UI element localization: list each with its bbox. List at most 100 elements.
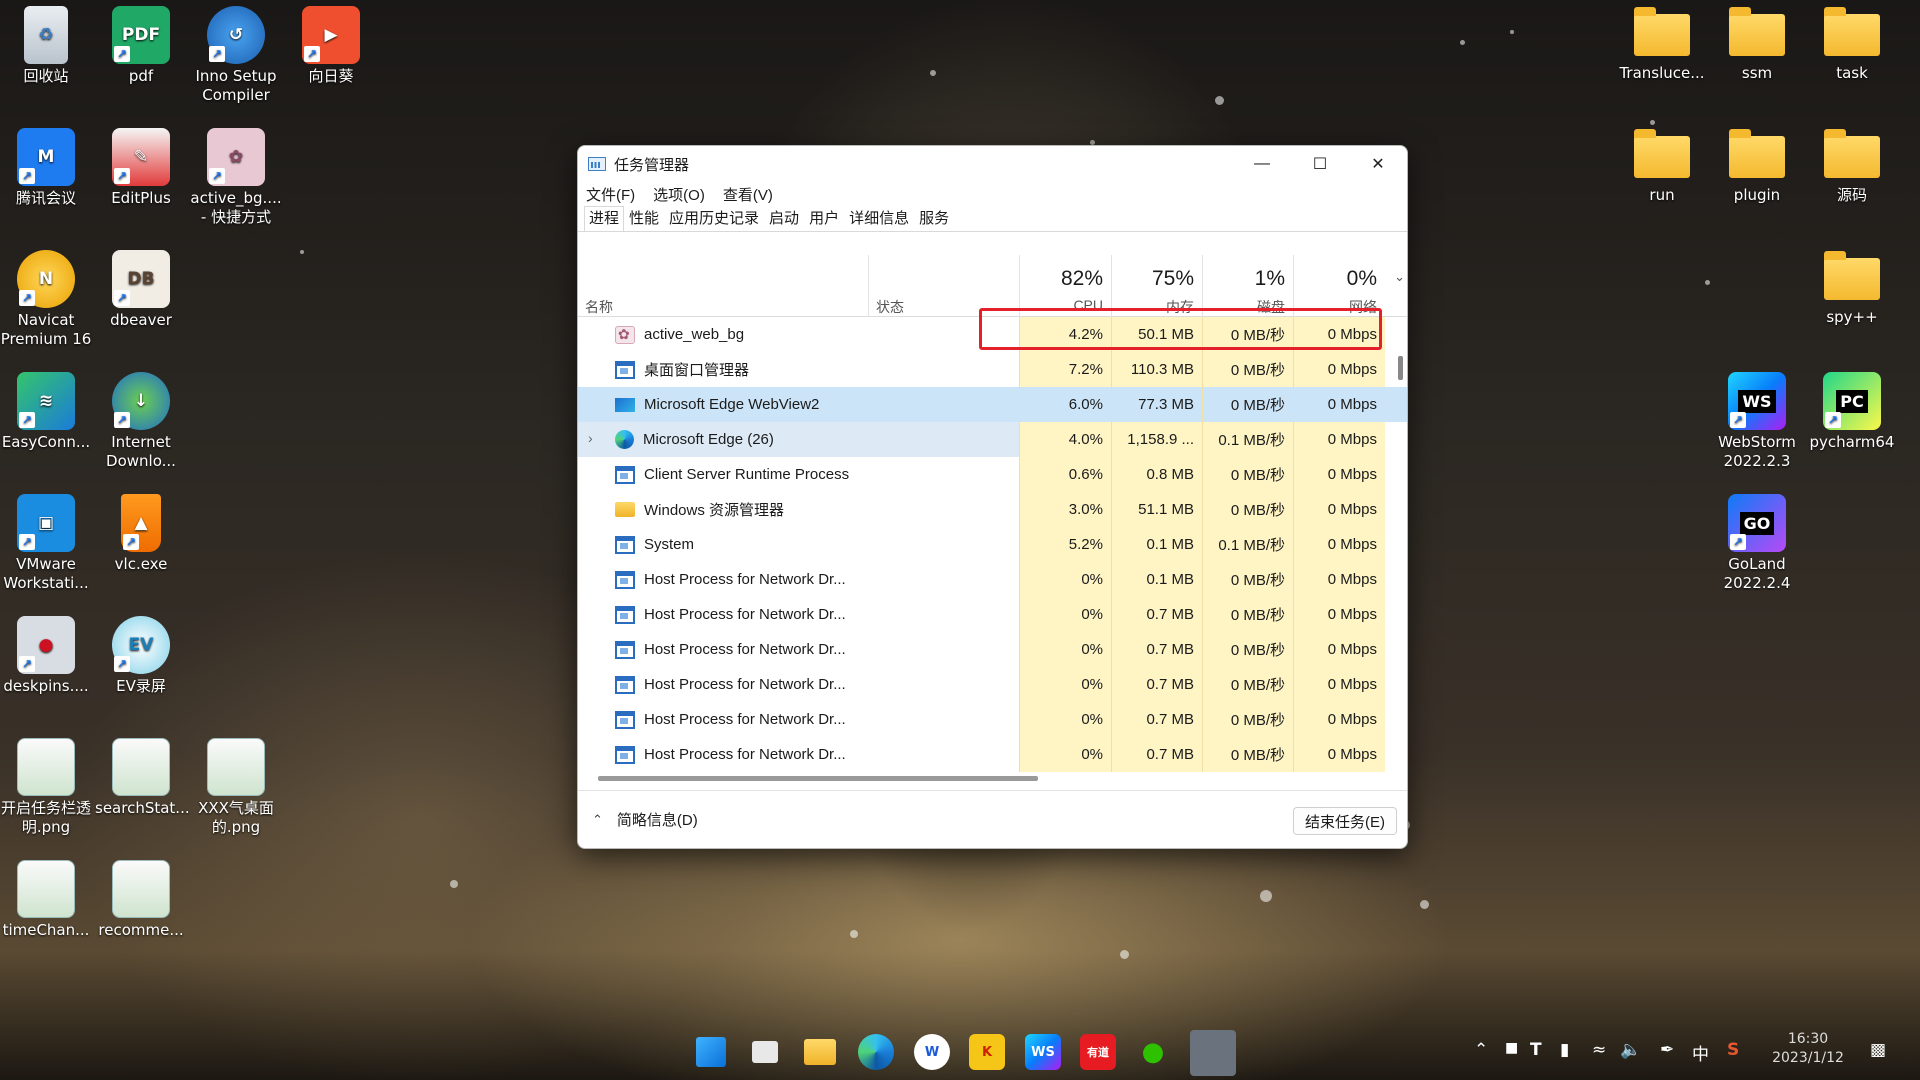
- file-explorer-icon[interactable]: [804, 1039, 836, 1065]
- fewer-details-toggle[interactable]: ⌃ 简略信息(D): [592, 809, 698, 830]
- tab-startup[interactable]: 启动: [764, 206, 804, 231]
- desktop-icon[interactable]: plugin: [1711, 128, 1803, 205]
- desktop-icon[interactable]: N ↗ Navicat Premium 16: [0, 250, 92, 349]
- close-button[interactable]: ✕: [1349, 146, 1407, 182]
- tab-processes[interactable]: 进程: [584, 206, 625, 231]
- desktop-icon[interactable]: recomme...: [95, 860, 187, 940]
- youdao-icon[interactable]: 有道: [1080, 1034, 1116, 1070]
- horizontal-scrollbar[interactable]: [598, 776, 1038, 781]
- desktop-icon[interactable]: WS ↗ WebStorm 2022.2.3: [1711, 372, 1803, 471]
- table-row[interactable]: System 5.2% 0.1 MB 0.1 MB/秒 0 Mbps: [578, 527, 1407, 562]
- desktop-icon[interactable]: ▣ ↗ VMware Workstati...: [0, 494, 92, 593]
- pen-icon[interactable]: ✒: [1660, 1040, 1674, 1060]
- clock[interactable]: 16:30 2023/1/12: [1768, 1030, 1848, 1068]
- wechat-icon[interactable]: ●: [1135, 1034, 1171, 1070]
- desktop-icon[interactable]: GO ↗ GoLand 2022.2.4: [1711, 494, 1803, 593]
- process-name: Windows 资源管理器: [644, 502, 785, 519]
- shortcut-arrow-icon: ↗: [209, 46, 225, 62]
- tab-users[interactable]: 用户: [804, 206, 844, 231]
- menu-options[interactable]: 选项(O): [653, 184, 705, 205]
- webstorm-icon[interactable]: WS: [1025, 1034, 1061, 1070]
- desktop-icon[interactable]: ✎ ↗ EditPlus: [95, 128, 187, 208]
- window-icon: [615, 360, 635, 379]
- tray-app-icon[interactable]: ■: [1505, 1040, 1518, 1056]
- sunlogin-icon: ▶ ↗: [302, 6, 360, 64]
- table-row[interactable]: Host Process for Network Dr... 0% 0.7 MB 0 …: [578, 597, 1407, 632]
- end-task-button[interactable]: 结束任务(E): [1293, 807, 1397, 835]
- desktop-icon[interactable]: 源码: [1806, 128, 1898, 205]
- task-view-icon[interactable]: [752, 1041, 778, 1063]
- table-row[interactable]: Host Process for Network Dr... 0% 0.7 MB 0 …: [578, 737, 1407, 772]
- desktop-icon[interactable]: DB ↗ dbeaver: [95, 250, 187, 330]
- desktop-icon[interactable]: run: [1616, 128, 1708, 205]
- desktop-icon[interactable]: spy++: [1806, 250, 1898, 327]
- table-row[interactable]: Host Process for Network Dr... 0% 0.7 MB 0 …: [578, 702, 1407, 737]
- chevron-down-icon[interactable]: ⌄: [1394, 269, 1405, 285]
- desktop-icon[interactable]: ✿ ↗ active_bg.... - 快捷方式: [190, 128, 282, 227]
- column-header-name[interactable]: 名称: [578, 255, 868, 317]
- table-row[interactable]: Host Process for Network Dr... 0% 0.1 MB 0 …: [578, 562, 1407, 597]
- windows-start-icon[interactable]: [696, 1037, 726, 1067]
- tab-services[interactable]: 服务: [914, 206, 954, 231]
- desktop-icon[interactable]: task: [1806, 6, 1898, 83]
- tab-details[interactable]: 详细信息: [844, 206, 914, 231]
- wifi-icon[interactable]: ≈: [1592, 1040, 1606, 1060]
- menu-file[interactable]: 文件(F): [586, 184, 635, 205]
- desktop-icon[interactable]: EV ↗ EV录屏: [95, 616, 187, 696]
- desktop-icon[interactable]: ↺ ↗ Inno Setup Compiler: [190, 6, 282, 105]
- desktop-icon[interactable]: ♻ 回收站: [0, 6, 92, 86]
- tab-app-history[interactable]: 应用历史记录: [664, 206, 764, 231]
- desktop-icon[interactable]: Transluce...: [1616, 6, 1708, 83]
- navicat-icon: N ↗: [17, 250, 75, 308]
- table-row[interactable]: 桌面窗口管理器 7.2% 110.3 MB 0 MB/秒 0 Mbps: [578, 352, 1407, 387]
- cpu-cell: 7.2%: [1019, 352, 1111, 387]
- desktop-icon[interactable]: ▲ ↗ vlc.exe: [95, 494, 187, 574]
- desktop-icon[interactable]: ▶ ↗ 向日葵: [285, 6, 377, 86]
- table-row[interactable]: Host Process for Network Dr... 0% 0.7 MB 0 …: [578, 667, 1407, 702]
- table-row[interactable]: › Microsoft Edge (26) 4.0% 1,158.9 ... 0.1 M…: [578, 422, 1407, 457]
- process-name: Host Process for Network Dr...: [644, 641, 846, 658]
- desktop-icon[interactable]: PC ↗ pycharm64: [1806, 372, 1898, 452]
- desktop-icon-label: spy++: [1826, 308, 1878, 326]
- shortcut-arrow-icon: ↗: [19, 412, 35, 428]
- wps-icon[interactable]: W: [914, 1034, 950, 1070]
- process-name: Host Process for Network Dr...: [644, 746, 846, 763]
- desktop-icon[interactable]: ≋ ↗ EasyConn...: [0, 372, 92, 452]
- sogou-icon[interactable]: S: [1727, 1040, 1739, 1060]
- menu-view[interactable]: 查看(V): [723, 184, 773, 205]
- chevron-right-icon[interactable]: ›: [588, 430, 593, 446]
- desktop-icon[interactable]: 开启任务栏透明.png: [0, 738, 92, 837]
- desktop-icon[interactable]: M ↗ 腾讯会议: [0, 128, 92, 208]
- table-row[interactable]: Client Server Runtime Process 0.6% 0.8 MB 0…: [578, 457, 1407, 492]
- disk-cell: 0.1 MB/秒: [1202, 422, 1293, 457]
- tray-t-icon[interactable]: T: [1530, 1040, 1542, 1060]
- table-row[interactable]: Host Process for Network Dr... 0% 0.7 MB 0 …: [578, 632, 1407, 667]
- process-name: System: [644, 536, 695, 553]
- desktop-icon[interactable]: PDF ↗ pdf: [95, 6, 187, 86]
- desktop-icon[interactable]: ↓ ↗ Internet Downlo...: [95, 372, 187, 471]
- table-row[interactable]: Microsoft Edge WebView2 6.0% 77.3 MB 0 MB/秒…: [578, 387, 1407, 422]
- network-cell: 0 Mbps: [1293, 492, 1385, 527]
- desktop-icon[interactable]: searchStat...: [95, 738, 190, 818]
- memory-cell: 51.1 MB: [1111, 492, 1202, 527]
- kugou-icon[interactable]: K: [969, 1034, 1005, 1070]
- desktop-icon-label: Internet Downlo...: [106, 433, 176, 470]
- notification-icon[interactable]: ▩: [1870, 1040, 1886, 1060]
- maximize-button[interactable]: ☐: [1291, 146, 1349, 182]
- task-manager-icon[interactable]: [1190, 1030, 1236, 1076]
- table-row[interactable]: Windows 资源管理器 3.0% 51.1 MB 0 MB/秒 0 Mbps: [578, 492, 1407, 527]
- vertical-scrollbar[interactable]: [1398, 356, 1403, 380]
- title-bar[interactable]: 任务管理器 — ☐ ✕: [578, 146, 1407, 182]
- desktop-icon[interactable]: ● ↗ deskpins....: [0, 616, 92, 696]
- battery-icon[interactable]: ▮: [1560, 1040, 1569, 1060]
- vmware-icon: ▣ ↗: [17, 494, 75, 552]
- desktop-icon[interactable]: timeChan...: [0, 860, 92, 940]
- tab-performance[interactable]: 性能: [624, 206, 664, 231]
- edge-icon[interactable]: [858, 1034, 894, 1070]
- desktop-icon[interactable]: ssm: [1711, 6, 1803, 83]
- desktop-icon[interactable]: XXX气桌面的.png: [190, 738, 282, 837]
- ime-indicator[interactable]: 中: [1692, 1040, 1709, 1065]
- tray-overflow-icon[interactable]: ⌃: [1474, 1040, 1488, 1060]
- minimize-button[interactable]: —: [1233, 146, 1291, 182]
- volume-icon[interactable]: 🔈: [1620, 1040, 1641, 1060]
